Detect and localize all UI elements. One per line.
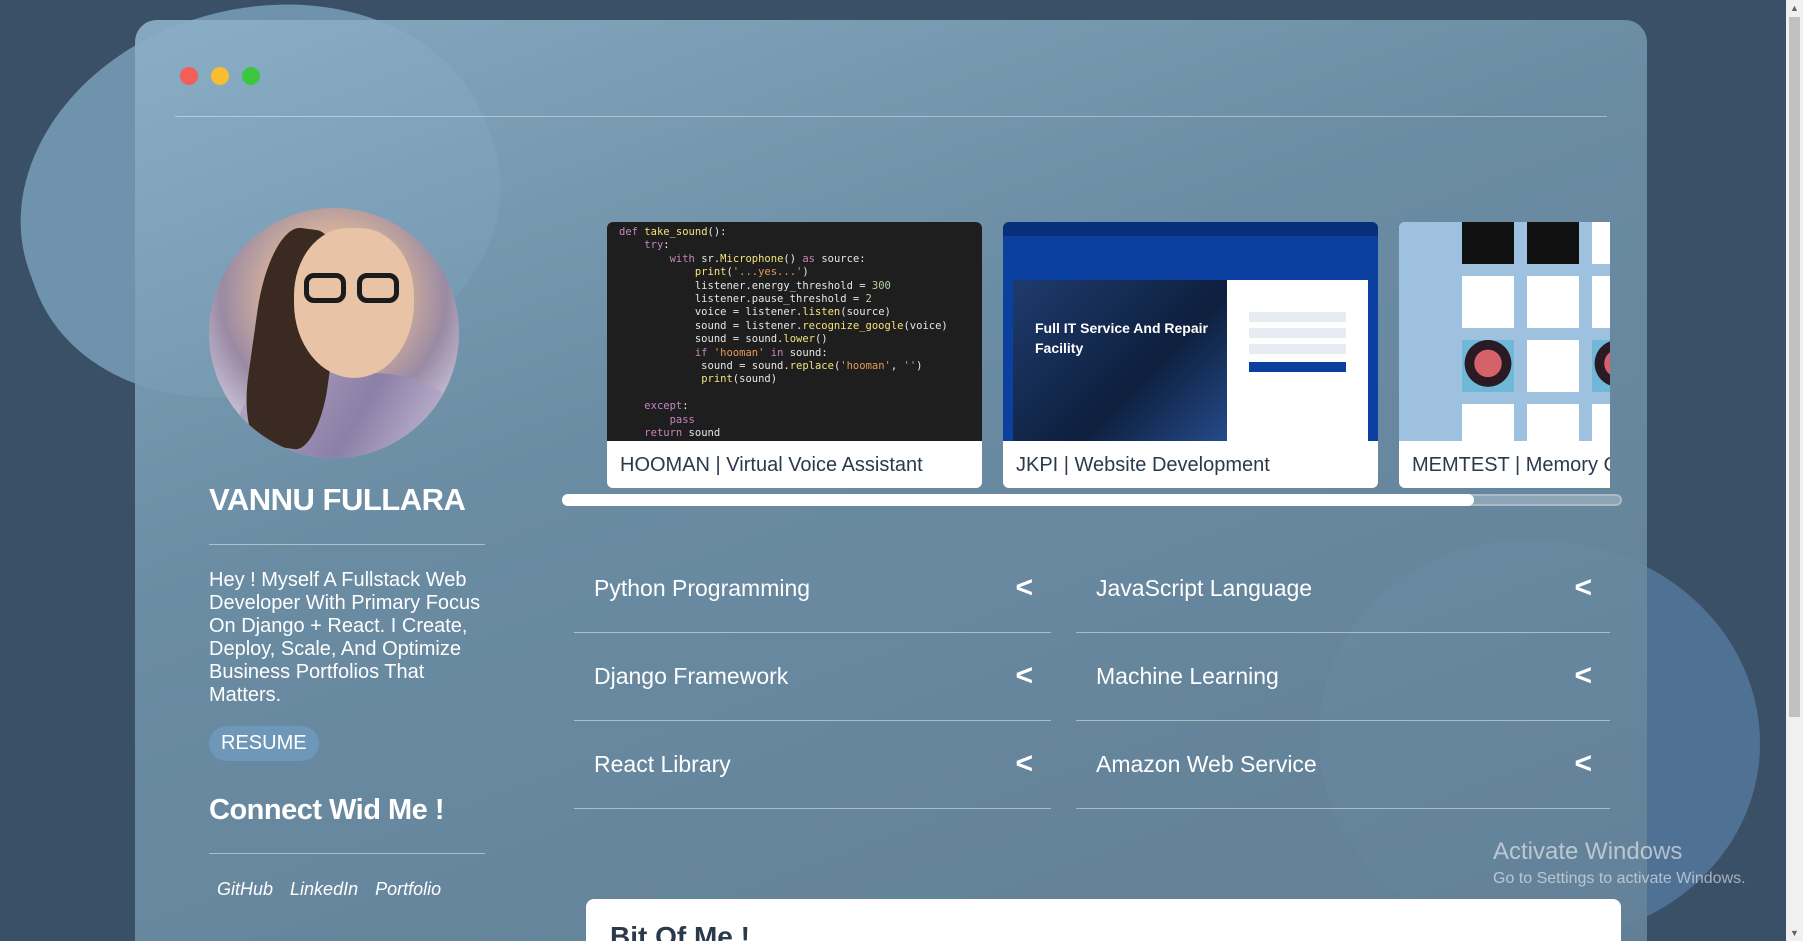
project-thumbnail: def take_sound(): try: with sr.Microphon… [607,222,982,441]
carousel-scroll-thumb[interactable] [562,494,1474,506]
projects-carousel[interactable]: def take_sound(): try: with sr.Microphon… [607,222,1610,490]
skill-item[interactable]: React Library < [574,721,1051,809]
expand-arrow-icon[interactable]: < [1574,747,1592,781]
windows-activation-watermark: Activate Windows Go to Settings to activ… [1493,838,1746,888]
expand-arrow-icon[interactable]: < [1015,747,1033,781]
connect-heading: Connect Wid Me ! [209,794,445,826]
skill-label: Django Framework [594,663,789,689]
github-link[interactable]: GitHub [217,879,273,900]
profile-bio: Hey ! Myself A Fullstack Web Developer W… [209,569,481,706]
expand-arrow-icon[interactable]: < [1574,571,1592,605]
minimize-dot-icon[interactable] [211,67,229,85]
expand-arrow-icon[interactable]: < [1015,659,1033,693]
close-dot-icon[interactable] [180,67,198,85]
skill-item[interactable]: Amazon Web Service < [1076,721,1610,809]
about-section: Bit Of Me ! [586,899,1621,941]
resume-button[interactable]: RESUME [209,726,319,761]
skill-label: JavaScript Language [1096,575,1313,601]
project-title: MEMTEST | Memory Game [1412,454,1610,476]
scroll-up-icon[interactable]: ▲ [1790,3,1799,13]
project-title: JKPI | Website Development [1016,454,1270,476]
page-scroll-thumb[interactable] [1789,17,1800,717]
watermark-subtitle: Go to Settings to activate Windows. [1493,870,1746,887]
profile-name: VANNU FULLARA [209,482,466,517]
divider [209,544,485,545]
avatar [209,208,459,458]
thumbnail-hero-text: Full IT Service And Repair Facility [1035,320,1208,356]
project-thumbnail: Full IT Service And Repair Facility [1003,222,1378,441]
maximize-dot-icon[interactable] [242,67,260,85]
skill-item[interactable]: Python Programming < [574,545,1051,633]
window-controls [180,67,260,85]
linkedin-link[interactable]: LinkedIn [290,879,358,900]
skill-label: Amazon Web Service [1096,751,1317,777]
skill-item[interactable]: Django Framework < [574,633,1051,721]
project-card[interactable]: def take_sound(): try: with sr.Microphon… [607,222,982,488]
project-thumbnail [1399,222,1610,441]
project-title: HOOMAN | Virtual Voice Assistant [620,454,923,476]
skill-item[interactable]: JavaScript Language < [1076,545,1610,633]
header-divider [175,116,1607,117]
page-scrollbar[interactable]: ▲ ▼ [1786,0,1803,941]
project-card[interactable]: Full IT Service And Repair Facility JKPI… [1003,222,1378,488]
divider [209,853,485,854]
skill-label: Python Programming [594,575,811,601]
watermark-title: Activate Windows [1493,838,1683,865]
skill-label: Machine Learning [1096,663,1279,689]
expand-arrow-icon[interactable]: < [1015,571,1033,605]
about-heading: Bit Of Me ! [610,921,750,941]
skill-label: React Library [594,751,731,777]
skill-item[interactable]: Machine Learning < [1076,633,1610,721]
scroll-down-icon[interactable]: ▼ [1790,928,1799,938]
portfolio-link[interactable]: Portfolio [375,879,441,900]
social-links: GitHub LinkedIn Portfolio [217,879,441,900]
expand-arrow-icon[interactable]: < [1574,659,1592,693]
project-card[interactable]: MEMTEST | Memory Game [1399,222,1610,488]
